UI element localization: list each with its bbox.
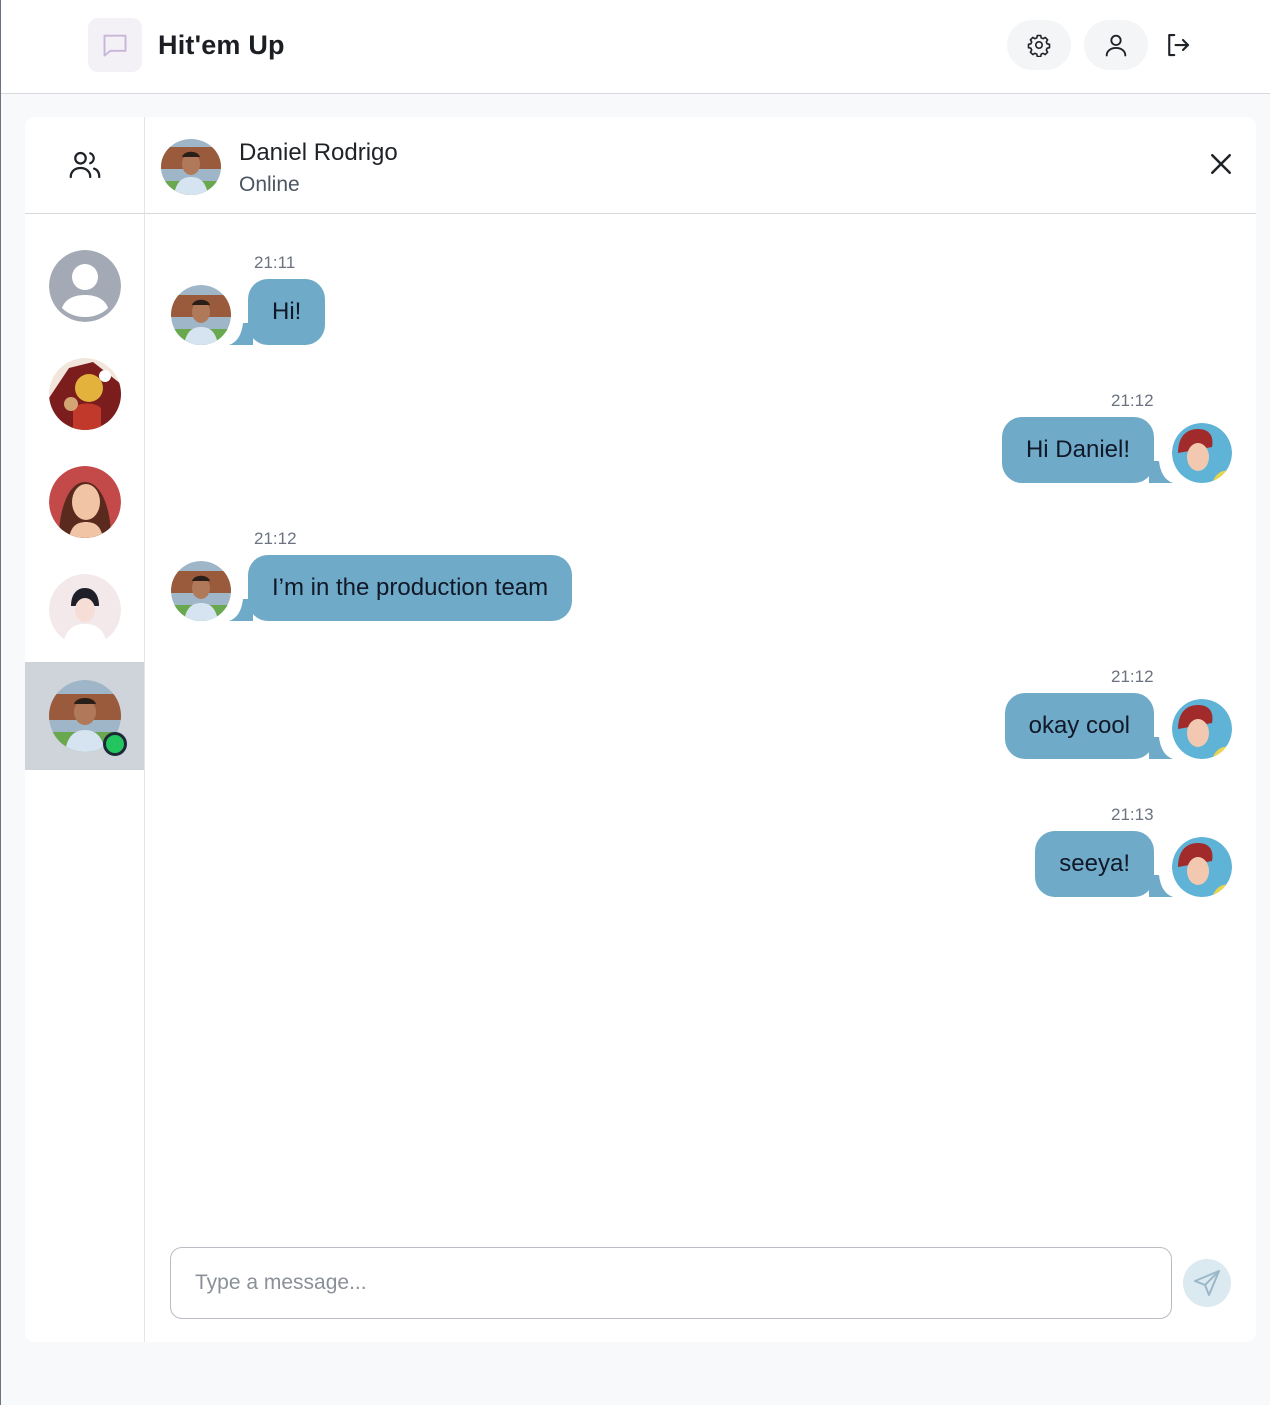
gear-icon (1027, 34, 1051, 57)
settings-button[interactable] (1007, 20, 1071, 70)
send-button[interactable] (1183, 1259, 1231, 1307)
message-sent: 21:13 seeya! (145, 215, 1256, 915)
close-icon (1211, 154, 1231, 174)
chat-bubble-icon (88, 18, 142, 72)
close-chat-button[interactable] (1206, 149, 1236, 179)
message-input[interactable] (170, 1247, 1172, 1319)
avatar (1172, 837, 1232, 897)
contact-item[interactable] (25, 448, 144, 556)
online-indicator (102, 732, 127, 756)
contact-name: Daniel Rodrigo (239, 139, 398, 166)
logout-button[interactable] (1153, 20, 1203, 70)
contact-status: Online (239, 173, 300, 196)
bubble-tail (1149, 875, 1173, 897)
avatar (161, 139, 221, 195)
app-root: Hit'em Up Daniel Rodrigo Online 21:11 Hi… (0, 0, 1270, 1405)
default-avatar-icon (48, 250, 121, 322)
users-icon (69, 151, 101, 179)
avatar (48, 466, 121, 538)
profile-button[interactable] (1084, 20, 1148, 70)
contacts-sidebar (25, 117, 145, 1342)
avatar (48, 574, 121, 646)
avatar (48, 358, 121, 430)
message-list: 21:11 Hi! 21:12 Hi Daniel! 21:12 I’m in … (145, 215, 1256, 1235)
logout-icon (1168, 33, 1190, 57)
contact-item-active[interactable] (25, 662, 144, 770)
message-time: 21:13 (1111, 805, 1154, 824)
top-bar: Hit'em Up (1, 0, 1270, 94)
app-title: Hit'em Up (158, 30, 285, 60)
chat-header: Daniel Rodrigo Online (145, 117, 1256, 214)
user-icon (1105, 34, 1127, 57)
contact-item[interactable] (25, 340, 144, 448)
contacts-header (25, 117, 145, 214)
message-bubble: seeya! (1035, 831, 1154, 897)
chat-card: Daniel Rodrigo Online 21:11 Hi! 21:12 Hi… (25, 117, 1256, 1342)
contact-item[interactable] (25, 232, 144, 340)
contact-item[interactable] (25, 556, 144, 664)
send-icon (1194, 1270, 1220, 1296)
